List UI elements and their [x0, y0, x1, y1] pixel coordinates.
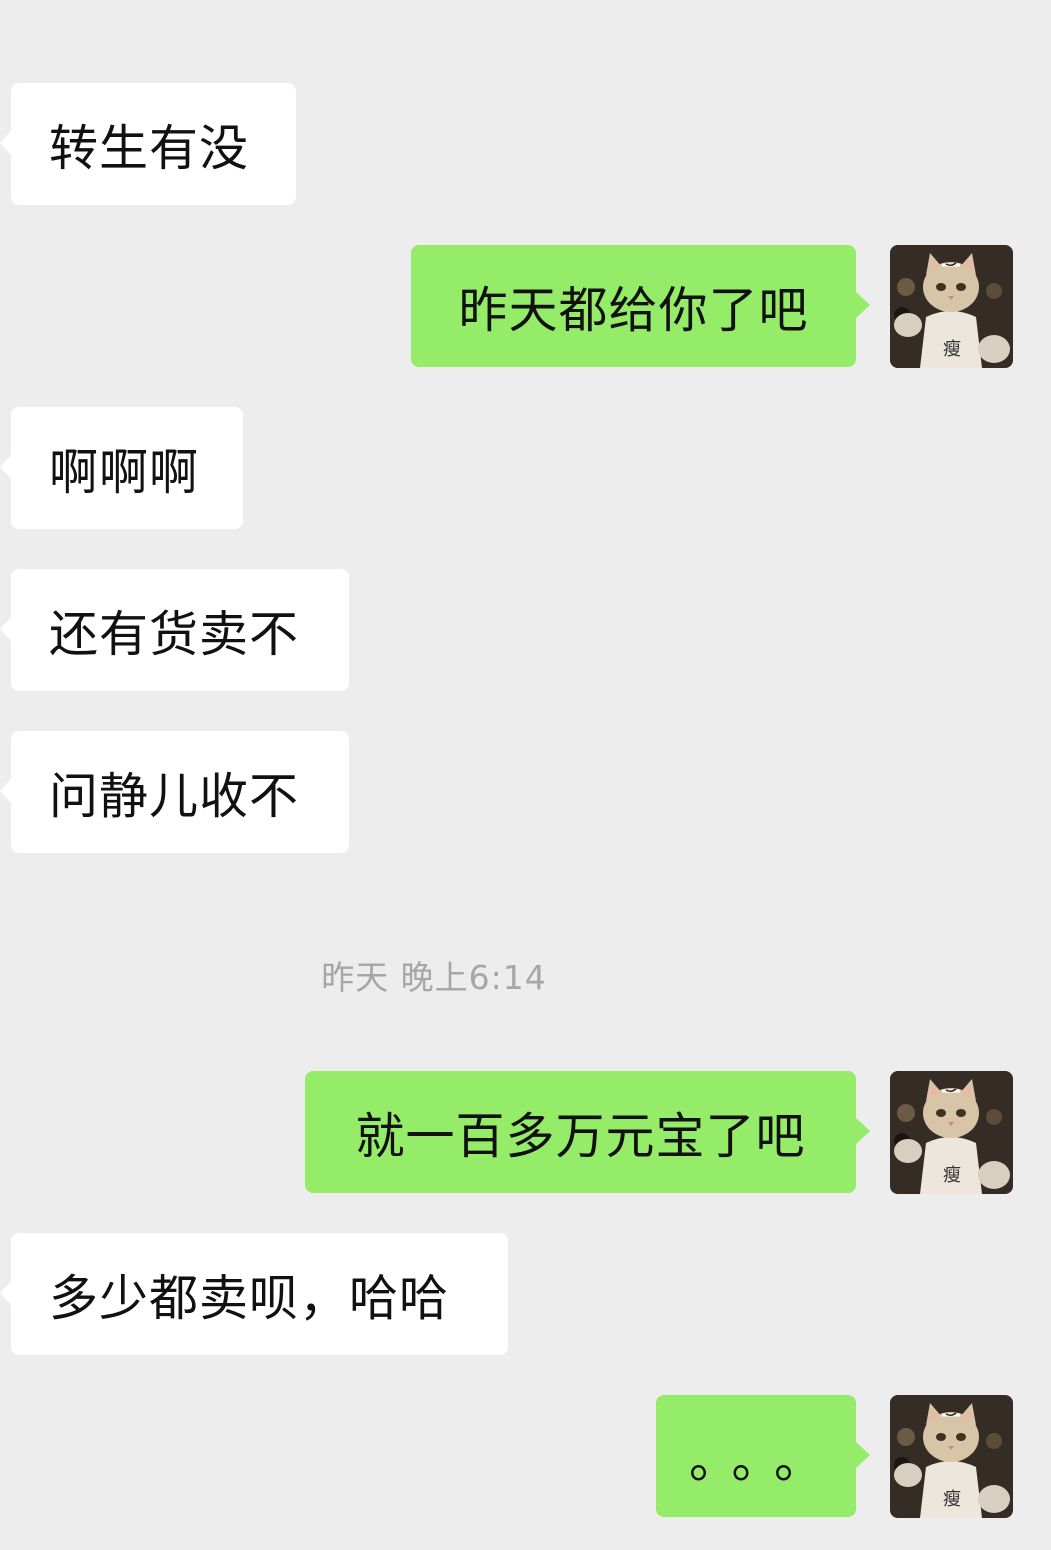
- outgoing-message-bubble[interactable]: 。。。: [656, 1395, 870, 1517]
- message-text: 。。。: [688, 1431, 841, 1489]
- bubble-tail: [0, 616, 12, 642]
- bubble-tail: [0, 454, 12, 480]
- message-text: 啊啊啊: [49, 443, 200, 501]
- cat-avatar-icon: 瘦: [890, 245, 1013, 368]
- bubble-tail: [0, 778, 12, 804]
- avatar-badge-text: 瘦: [943, 1165, 961, 1186]
- message-timestamp: 昨天 晚上6:14: [321, 958, 547, 997]
- bubble-tail: [0, 130, 12, 156]
- avatar-badge-text: 瘦: [943, 1489, 961, 1510]
- incoming-message-bubble[interactable]: 多少都卖呗，哈哈: [0, 1233, 508, 1355]
- message-text: 昨天都给你了吧: [458, 281, 809, 339]
- outgoing-message-bubble[interactable]: 就一百多万元宝了吧: [305, 1071, 870, 1193]
- message-text: 就一百多万元宝了吧: [355, 1107, 806, 1165]
- bubble-tail: [0, 1280, 12, 1306]
- bubble-tail: [856, 1442, 870, 1468]
- avatar[interactable]: 瘦: [890, 1071, 1013, 1194]
- cat-avatar-icon: 瘦: [890, 1395, 1013, 1518]
- incoming-message-bubble[interactable]: 问静儿收不: [0, 731, 349, 853]
- incoming-message-bubble[interactable]: 啊啊啊: [0, 407, 243, 529]
- bubble-tail: [856, 1118, 870, 1144]
- avatar[interactable]: 瘦: [890, 245, 1013, 368]
- avatar-badge-text: 瘦: [943, 339, 961, 360]
- message-text: 问静儿收不: [49, 767, 300, 825]
- outgoing-message-bubble[interactable]: 昨天都给你了吧: [411, 245, 870, 367]
- message-text: 转生有没: [49, 119, 250, 177]
- incoming-message-bubble[interactable]: 转生有没: [0, 83, 296, 205]
- message-text: 还有货卖不: [49, 605, 300, 663]
- incoming-message-bubble[interactable]: 还有货卖不: [0, 569, 349, 691]
- avatar[interactable]: 瘦: [890, 1395, 1013, 1518]
- bubble-tail: [856, 292, 870, 318]
- message-text: 多少都卖呗，哈哈: [49, 1269, 450, 1327]
- cat-avatar-icon: 瘦: [890, 1071, 1013, 1194]
